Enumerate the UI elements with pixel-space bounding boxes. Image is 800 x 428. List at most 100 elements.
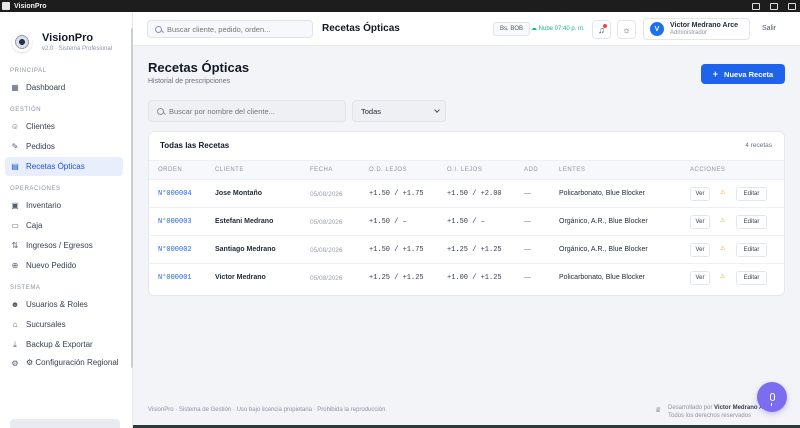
- sidebar-item-pedidos[interactable]: ✎ Pedidos: [5, 137, 123, 156]
- cash-icon: ▭: [11, 220, 19, 230]
- plus-icon: +: [712, 69, 719, 79]
- col-od-lejos: O.D. LEJOS: [369, 167, 408, 173]
- sidebar-user-card[interactable]: [10, 419, 120, 428]
- oi-value: +1.25 / +1.25: [447, 246, 502, 254]
- avatar: V: [650, 22, 664, 36]
- col-cliente: CLIENTE: [215, 167, 244, 173]
- app-icon: [2, 2, 10, 10]
- client-filter-search[interactable]: [148, 100, 346, 122]
- close-icon[interactable]: [788, 2, 796, 10]
- edit-button[interactable]: Editar: [736, 215, 767, 229]
- warning-icon[interactable]: ⚠: [720, 189, 725, 196]
- sidebar-item-label: Recetas Ópticas: [26, 162, 85, 171]
- client-name: Jose Montaño: [215, 190, 263, 197]
- currency-badge[interactable]: Bs. BOB: [493, 22, 531, 36]
- add-value: —: [524, 190, 531, 197]
- order-number[interactable]: N°000003: [158, 218, 192, 226]
- user-menu[interactable]: V Victor Medrano Arce Administrador: [643, 18, 750, 40]
- maximize-icon[interactable]: [770, 2, 778, 10]
- sidebar-item-label: Usuarios & Roles: [26, 300, 88, 309]
- nav-section-operaciones: OPERACIONES: [10, 186, 61, 192]
- os-title-bar: VisionPro: [0, 0, 800, 12]
- sidebar-item-configuracion-regional[interactable]: ⚙ ⚙ Configuración Regional: [5, 355, 123, 381]
- plus-circle-icon: ⊕: [11, 260, 19, 270]
- client-filter-input[interactable]: [169, 106, 345, 116]
- lens-value: Policarbonato, Blue Blocker: [559, 274, 645, 281]
- main-content: Recetas Ópticas Historial de prescripcio…: [133, 46, 800, 428]
- view-button[interactable]: Ver: [690, 271, 710, 285]
- brand[interactable]: VisionPro v2.0 · Sistema Profesional: [0, 12, 132, 58]
- global-search[interactable]: [147, 20, 313, 38]
- sidebar-item-label: Caja: [26, 221, 43, 230]
- voice-assistant-button[interactable]: [757, 382, 787, 412]
- sidebar-item-usuarios-roles[interactable]: ☻ Usuarios & Roles: [5, 295, 123, 314]
- edit-button[interactable]: Editar: [736, 187, 767, 201]
- lens-value: Orgánico, A.R., Blue Blocker: [559, 218, 648, 225]
- records-count: 4 recetas: [745, 142, 772, 149]
- chevron-down-icon: [434, 107, 440, 113]
- prescription-date: 05/08/2026: [310, 275, 343, 282]
- card-title: Todas las Recetas: [160, 141, 230, 150]
- sidebar-item-nuevo-pedido[interactable]: ⊕ Nuevo Pedido: [5, 256, 123, 275]
- notification-dot: [603, 24, 607, 28]
- table-row: N°000004 Jose Montaño 05/08/2026 +1.50 /…: [149, 180, 784, 208]
- settings-icon: ⚙: [11, 359, 19, 368]
- prescription-date: 05/08/2026: [310, 191, 343, 198]
- od-value: +1.50 / +1.75: [369, 246, 424, 254]
- status-filter-select[interactable]: Todas: [352, 100, 446, 122]
- order-number[interactable]: N°000001: [158, 274, 192, 282]
- footer-credit-prefix: Desarrollado por: [668, 405, 713, 411]
- minimize-icon[interactable]: [752, 2, 760, 10]
- building-icon: ⌂: [12, 319, 18, 329]
- sidebar-item-backup-exportar[interactable]: ⤓ Backup & Exportar: [5, 335, 123, 354]
- warning-icon[interactable]: ⚠: [720, 217, 725, 224]
- document-icon: ▤: [11, 161, 19, 171]
- edit-button[interactable]: Editar: [736, 243, 767, 257]
- table-row: N°000003 Estefani Medrano 05/08/2026 +1.…: [149, 208, 784, 236]
- view-button[interactable]: Ver: [690, 187, 710, 201]
- sidebar-item-label: ⚙ Configuración Regional: [26, 358, 119, 367]
- brand-name: VisionPro: [42, 32, 94, 44]
- warning-icon[interactable]: ⚠: [720, 273, 725, 280]
- logout-button[interactable]: Salir: [762, 25, 776, 32]
- footer-rights: Todos los derechos reservados: [668, 413, 752, 419]
- sidebar-item-label: Clientes: [26, 122, 55, 131]
- nav-section-principal: PRINCIPAL: [10, 68, 47, 74]
- sidebar-item-caja[interactable]: ▭ Caja: [5, 216, 123, 235]
- brand-subtitle: v2.0 · Sistema Profesional: [42, 46, 113, 52]
- status-filter-value: Todas: [361, 106, 382, 116]
- client-name: Santiago Medrano: [215, 246, 276, 253]
- order-number[interactable]: N°000002: [158, 246, 192, 254]
- sidebar-item-label: Sucursales: [26, 320, 66, 329]
- warning-icon[interactable]: ⚠: [720, 245, 725, 252]
- sidebar-item-dashboard[interactable]: ▦ Dashboard: [5, 78, 123, 97]
- client-name: Victor Medrano: [215, 274, 266, 281]
- nav-section-sistema: SISTEMA: [10, 285, 41, 291]
- view-button[interactable]: Ver: [690, 243, 710, 257]
- sidebar-item-recetas-opticas[interactable]: ▤ Recetas Ópticas: [5, 157, 123, 176]
- global-search-input[interactable]: [167, 24, 312, 34]
- new-prescription-button[interactable]: + Nueva Receta: [701, 64, 785, 84]
- table-header: ORDEN CLIENTE FECHA O.D. LEJOS O.I. LEJO…: [149, 160, 784, 180]
- sidebar-item-ingresos-egresos[interactable]: ⇅ Ingresos / Egresos: [5, 236, 123, 255]
- footer-credits: Desarrollado por Victor Medrano Arce Tod…: [668, 404, 772, 420]
- nav-section-gestion: GESTIÓN: [10, 107, 42, 113]
- sidebar-item-sucursales[interactable]: ⌂ Sucursales: [5, 315, 123, 334]
- col-fecha: FECHA: [310, 167, 333, 173]
- prescription-date: 05/08/2026: [310, 247, 343, 254]
- theme-toggle-button[interactable]: ☼: [617, 20, 636, 39]
- view-button[interactable]: Ver: [690, 215, 710, 229]
- od-value: +1.50 / –: [369, 218, 407, 226]
- edit-button[interactable]: Editar: [736, 271, 767, 285]
- search-icon: [157, 107, 164, 115]
- sidebar-item-label: Nuevo Pedido: [26, 261, 77, 270]
- sidebar-item-inventario[interactable]: ▣ Inventario: [5, 196, 123, 215]
- sun-icon: ☼: [622, 24, 631, 35]
- notifications-button[interactable]: ♫: [592, 20, 611, 39]
- order-number[interactable]: N°000004: [158, 190, 192, 198]
- box-icon: ▣: [11, 200, 19, 210]
- od-value: +1.50 / +1.75: [369, 190, 424, 198]
- oi-value: +1.50 / +2.00: [447, 190, 502, 198]
- microphone-icon: [769, 393, 775, 406]
- sidebar-item-clientes[interactable]: ☺ Clientes: [5, 117, 123, 136]
